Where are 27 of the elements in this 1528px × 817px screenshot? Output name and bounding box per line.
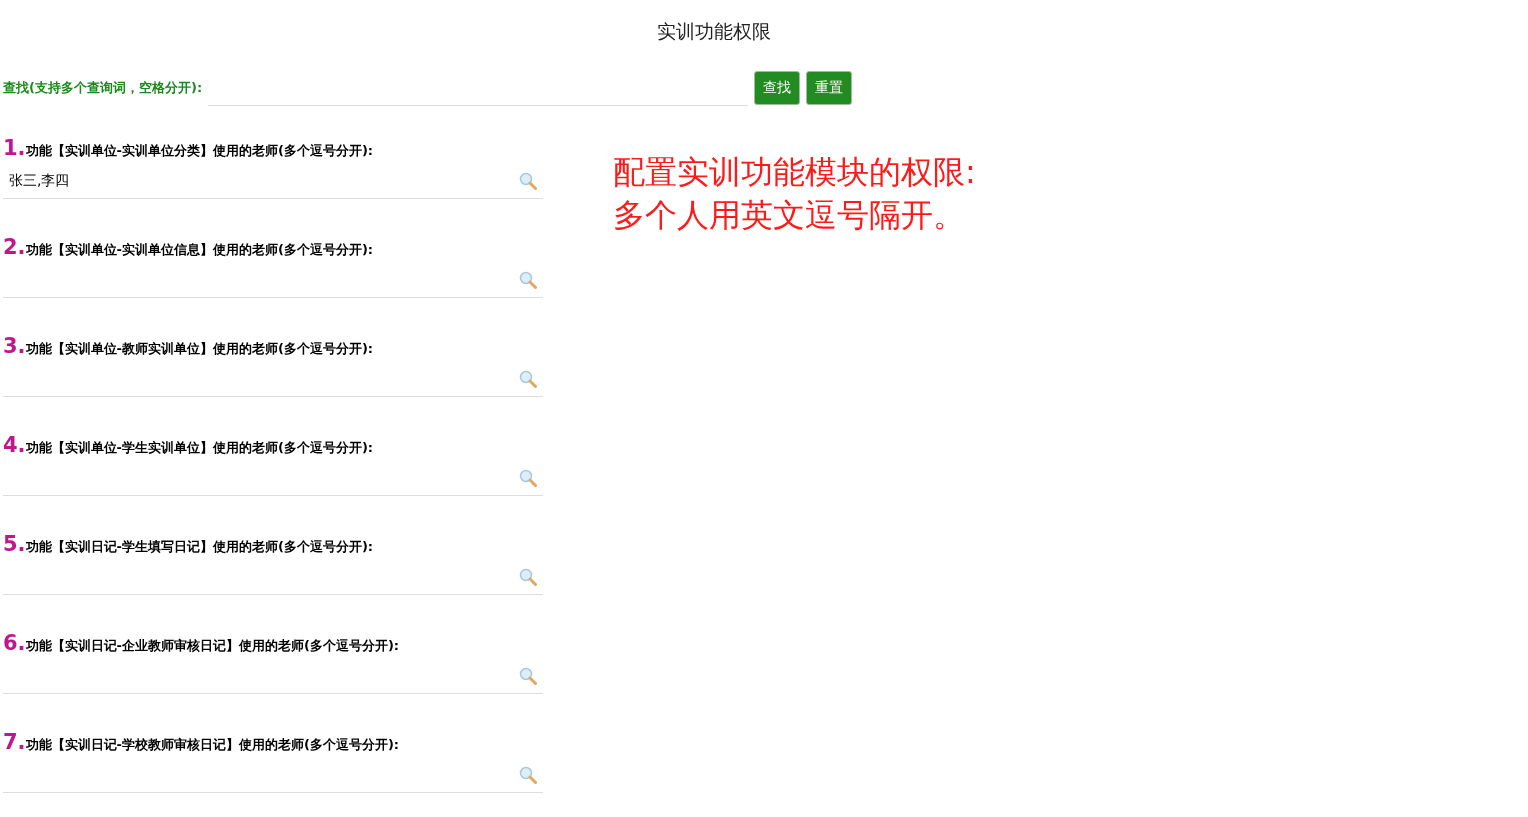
item-number: 3. — [3, 334, 26, 358]
search-icon[interactable] — [519, 370, 537, 388]
search-icon[interactable] — [519, 271, 537, 289]
item-number: 4. — [3, 433, 26, 457]
field-label: 功能【实训单位-实训单位信息】使用的老师(多个逗号分开): — [25, 242, 374, 259]
item-number: 5. — [3, 532, 26, 556]
field-label: 功能【实训日记-学校教师审核日记】使用的老师(多个逗号分开): — [25, 737, 400, 754]
item-number: 1. — [3, 136, 26, 160]
field-label: 功能【实训日记-企业教师审核日记】使用的老师(多个逗号分开): — [25, 638, 400, 655]
search-icon[interactable] — [519, 667, 537, 685]
action-button[interactable]: 重置 — [806, 71, 853, 105]
field-label: 功能【实训日记-学生填写日记】使用的老师(多个逗号分开): — [25, 539, 374, 556]
field-label: 功能【实训单位-实训单位分类】使用的老师(多个逗号分开): — [25, 143, 374, 160]
field-label: 功能【实训单位-学生实训单位】使用的老师(多个逗号分开): — [25, 440, 374, 457]
search-icon[interactable] — [519, 568, 537, 586]
search-icon[interactable] — [519, 469, 537, 487]
search-label: 查找(支持多个查询词，空格分开): — [3, 79, 203, 97]
item-number: 7. — [3, 730, 26, 754]
item-number: 2. — [3, 235, 26, 259]
search-icon[interactable] — [519, 172, 537, 190]
page-title: 实训功能权限 — [656, 19, 772, 44]
item-number: 6. — [3, 631, 26, 655]
annotation-text: 配置实训功能模块的权限: 多个人用英文逗号隔开。 — [613, 152, 976, 236]
teacher-field[interactable]: 张三,李四 — [3, 164, 543, 199]
field-label: 功能【实训单位-教师实训单位】使用的老师(多个逗号分开): — [25, 341, 374, 358]
action-button[interactable]: 查找 — [754, 71, 801, 105]
search-icon[interactable] — [519, 766, 537, 784]
